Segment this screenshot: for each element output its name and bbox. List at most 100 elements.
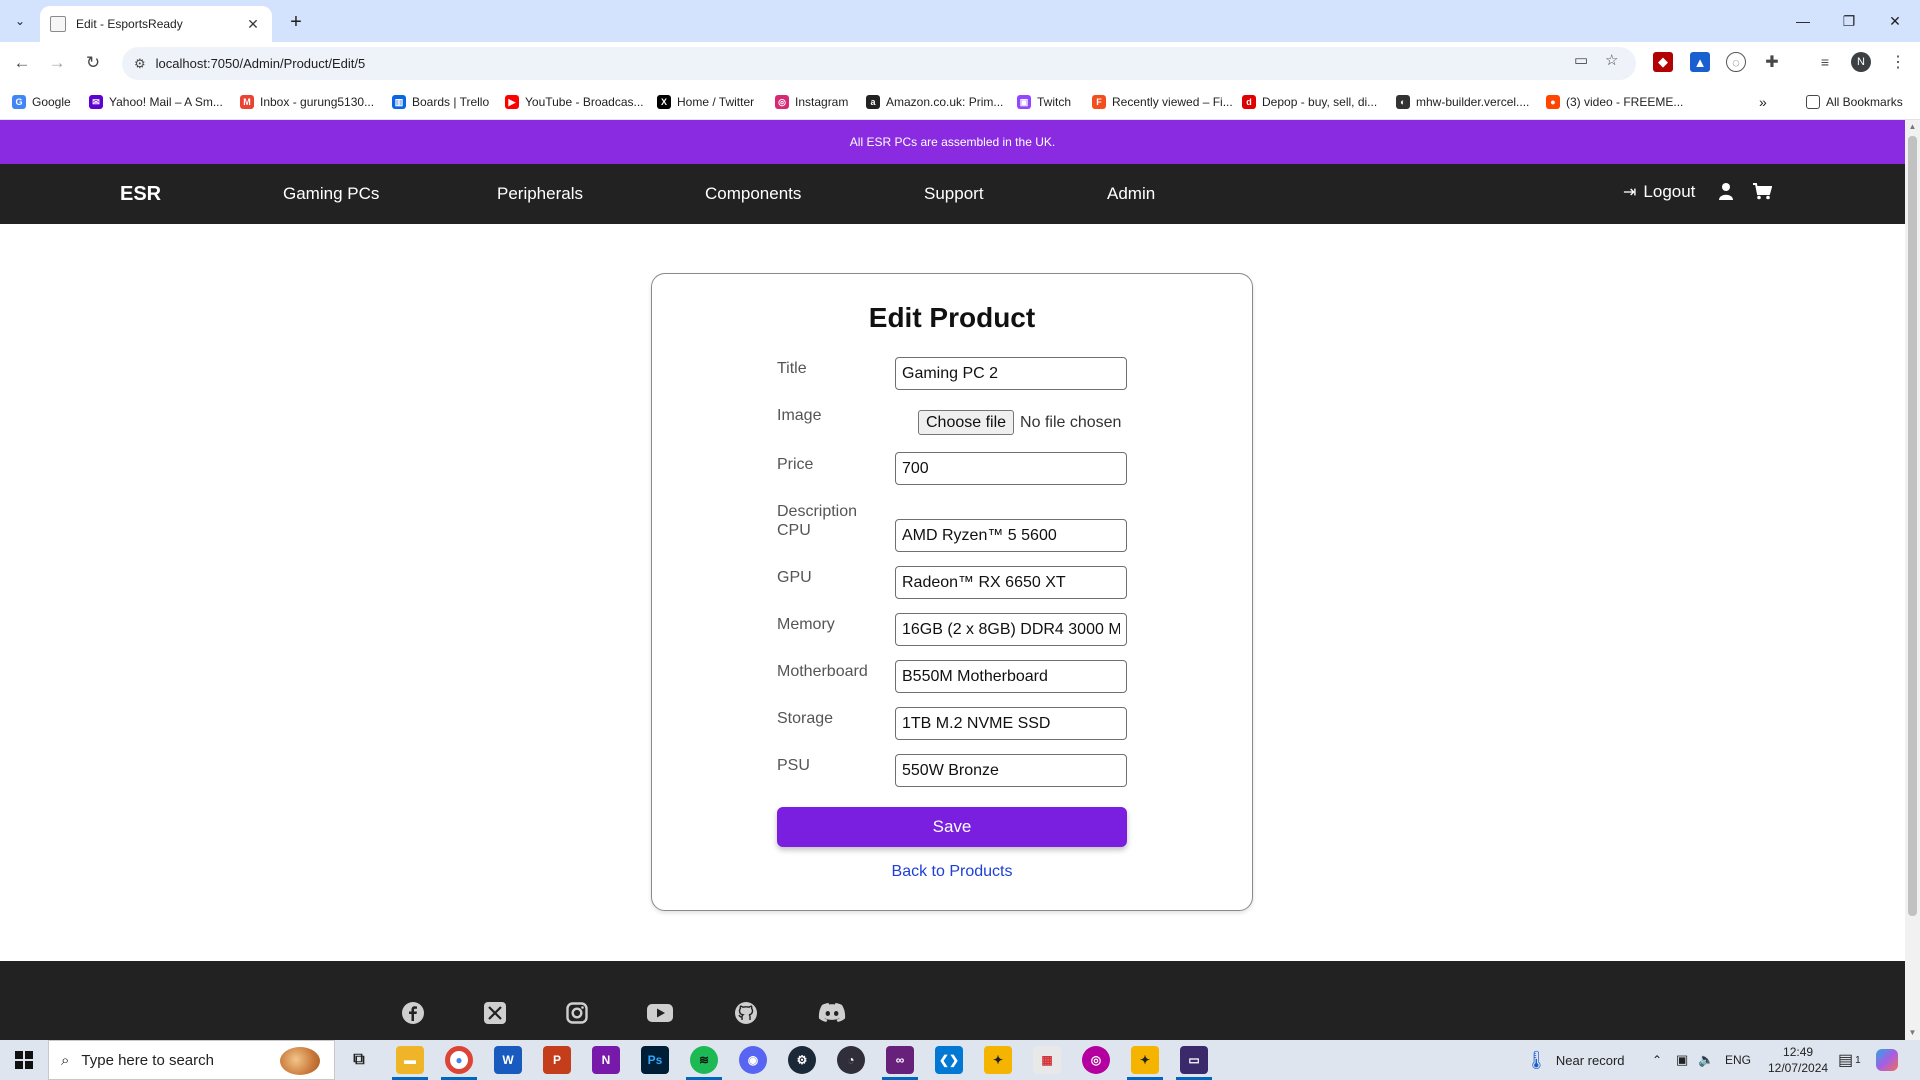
photoshop-icon[interactable]: Ps	[641, 1046, 669, 1074]
all-bookmarks-button[interactable]: All Bookmarks	[1806, 93, 1903, 111]
reload-icon[interactable]: ↻	[80, 50, 106, 76]
file-explorer-icon[interactable]: ▬	[396, 1046, 424, 1074]
discord-icon[interactable]: ◉	[739, 1046, 767, 1074]
clock[interactable]: 12:49 12/07/2024	[1768, 1040, 1828, 1080]
image-file-input[interactable]: Choose file No file chosen	[918, 410, 1121, 435]
logout-button[interactable]: ⇥ Logout	[1623, 182, 1695, 202]
spotify-icon[interactable]: ≋	[690, 1046, 718, 1074]
browser-menu-icon[interactable]: ⋮	[1888, 52, 1908, 72]
browser-tab-strip: ⌄ Edit - EsportsReady ✕ + — ❐ ✕	[0, 0, 1920, 42]
bookmark-item[interactable]: ● (3) video - FREEME...	[1546, 93, 1683, 111]
choose-file-button[interactable]: Choose file	[918, 410, 1015, 435]
profile-avatar[interactable]: N	[1851, 52, 1871, 72]
github-icon[interactable]	[732, 999, 760, 1027]
office-grid-icon[interactable]: ▦	[1033, 1046, 1061, 1074]
shopping-cart-icon[interactable]	[1752, 182, 1772, 200]
visual-studio-icon[interactable]: ∞	[886, 1046, 914, 1074]
podcast-app-icon[interactable]: ◎	[1082, 1046, 1110, 1074]
nav-components[interactable]: Components	[705, 164, 801, 224]
terminal-icon[interactable]: ▭	[1180, 1046, 1208, 1074]
scroll-up-arrow-icon[interactable]: ▲	[1905, 120, 1920, 134]
nav-gaming-pcs[interactable]: Gaming PCs	[283, 164, 379, 224]
back-to-products-link[interactable]: Back to Products	[652, 863, 1252, 881]
price-input[interactable]	[895, 452, 1127, 485]
bookmark-item[interactable]: F Recently viewed – Fi...	[1092, 93, 1233, 111]
bookmark-item[interactable]: d Depop - buy, sell, di...	[1242, 93, 1377, 111]
vscode-icon[interactable]: ❮❯	[935, 1046, 963, 1074]
no-file-chosen-text: No file chosen	[1020, 413, 1122, 431]
storage-input[interactable]	[895, 707, 1127, 740]
bookmark-item[interactable]: ◎ Instagram	[775, 93, 848, 111]
bookmark-item[interactable]: ✉ Yahoo! Mail – A Sm...	[89, 93, 223, 111]
bookmark-item[interactable]: ▣ Twitch	[1017, 93, 1071, 111]
bookmark-item[interactable]: M Inbox - gurung5130...	[240, 93, 374, 111]
bookmark-item[interactable]: a Amazon.co.uk: Prim...	[866, 93, 1003, 111]
nav-admin[interactable]: Admin	[1107, 164, 1155, 224]
bookmark-item[interactable]: ▶ YouTube - Broadcas...	[505, 93, 644, 111]
bookmark-item[interactable]: ▥ Boards | Trello	[392, 93, 489, 111]
bookmark-item[interactable]: G Google	[12, 93, 71, 111]
extension-icon[interactable]: ▲	[1690, 52, 1710, 72]
word-icon[interactable]: W	[494, 1046, 522, 1074]
network-icon[interactable]: ▣	[1676, 1040, 1688, 1080]
forward-arrow-icon[interactable]: →	[44, 50, 70, 76]
obs-icon[interactable]: ◔	[837, 1046, 865, 1074]
youtube-icon[interactable]	[646, 999, 674, 1027]
weather-widget[interactable]: 🌡 Near record	[1525, 1040, 1625, 1080]
restore-button[interactable]: ❐	[1826, 0, 1872, 42]
motherboard-input[interactable]	[895, 660, 1127, 693]
discord-icon[interactable]	[818, 999, 846, 1027]
back-arrow-icon[interactable]: ←	[9, 50, 35, 76]
language-indicator[interactable]: ENG	[1725, 1040, 1751, 1080]
bookmark-star-icon[interactable]: ☆	[1605, 51, 1618, 69]
page-scrollbar[interactable]: ▲ ▼	[1905, 120, 1920, 1040]
image-label: Image	[777, 407, 822, 424]
volume-icon[interactable]: 🔈	[1698, 1040, 1714, 1080]
gpu-input[interactable]	[895, 566, 1127, 599]
nav-peripherals[interactable]: Peripherals	[497, 164, 583, 224]
facebook-icon[interactable]	[399, 999, 427, 1027]
minimize-button[interactable]: —	[1780, 0, 1826, 42]
nav-support[interactable]: Support	[924, 164, 984, 224]
x-twitter-icon[interactable]	[481, 999, 509, 1027]
bookmark-item[interactable]: X Home / Twitter	[657, 93, 754, 111]
card-icon[interactable]: ▭	[1574, 51, 1588, 69]
ublock-extension-icon[interactable]: ◆	[1653, 52, 1673, 72]
copilot-icon[interactable]	[1876, 1040, 1898, 1080]
notification-center[interactable]: ▤ 1	[1838, 1040, 1861, 1080]
address-bar[interactable]: ⚙ localhost:7050/Admin/Product/Edit/5	[122, 47, 1636, 80]
generic-app-icon[interactable]: ✦	[1131, 1046, 1159, 1074]
title-input[interactable]	[895, 357, 1127, 390]
tray-expand-chevron-icon[interactable]: ⌃	[1652, 1040, 1662, 1080]
user-account-icon[interactable]	[1718, 182, 1734, 200]
description-label: Description	[777, 503, 858, 520]
more-bookmarks-chevron-icon[interactable]: »	[1759, 93, 1767, 111]
psu-input[interactable]	[895, 754, 1127, 787]
chrome-icon[interactable]: ●	[445, 1046, 473, 1074]
twitch-icon: ▣	[1017, 95, 1031, 109]
taskbar-search-box[interactable]: ⌕ Type here to search	[48, 1040, 335, 1080]
bookmark-item[interactable]: ◐ mhw-builder.vercel....	[1396, 93, 1529, 111]
tab-search-chevron-icon[interactable]: ⌄	[8, 9, 32, 33]
site-info-icon[interactable]: ⚙	[134, 56, 146, 72]
tab-close-icon[interactable]: ✕	[244, 16, 262, 33]
steam-icon[interactable]: ⚙	[788, 1046, 816, 1074]
media-controls-icon[interactable]: ≡	[1815, 52, 1835, 72]
scroll-down-arrow-icon[interactable]: ▼	[1905, 1026, 1920, 1040]
extensions-puzzle-icon[interactable]: ✚	[1762, 52, 1782, 72]
browser-tab-active[interactable]: Edit - EsportsReady ✕	[40, 6, 272, 42]
cpu-input[interactable]	[895, 519, 1127, 552]
brand-logo[interactable]: ESR	[120, 164, 161, 224]
windows-start-icon[interactable]	[0, 1040, 48, 1080]
onenote-icon[interactable]: N	[592, 1046, 620, 1074]
powerpoint-icon[interactable]: P	[543, 1046, 571, 1074]
close-window-button[interactable]: ✕	[1872, 0, 1918, 42]
instagram-icon[interactable]	[563, 999, 591, 1027]
memory-input[interactable]	[895, 613, 1127, 646]
extension-circle-icon[interactable]: ◌	[1726, 52, 1746, 72]
task-view-icon[interactable]: ⧉	[345, 1046, 373, 1074]
gemini-app-icon[interactable]: ✦	[984, 1046, 1012, 1074]
new-tab-button[interactable]: +	[282, 8, 310, 36]
save-button[interactable]: Save	[777, 807, 1127, 847]
scrollbar-thumb[interactable]	[1908, 136, 1917, 916]
